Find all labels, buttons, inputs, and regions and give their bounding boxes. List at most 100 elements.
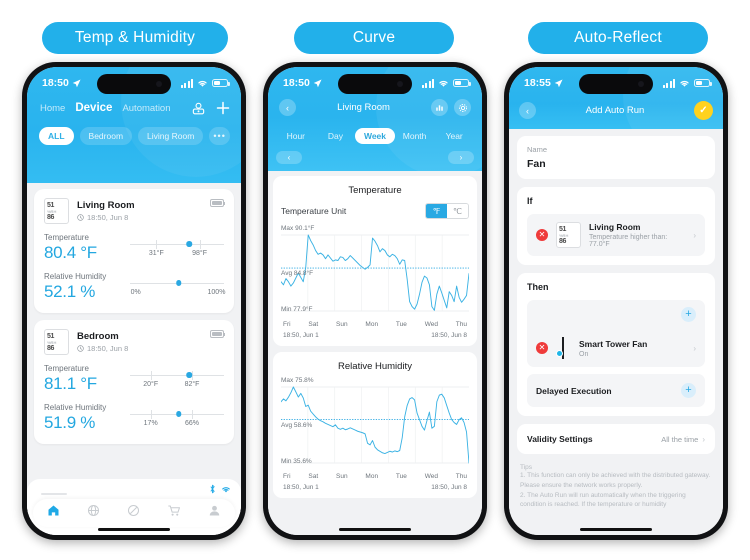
humidity-range-row: 18:50, Jun 1 18:50, Jun 8	[281, 480, 469, 491]
range-end: 18:50, Jun 8	[431, 484, 467, 491]
back-button[interactable]: ‹	[279, 99, 296, 116]
prev-period-button[interactable]: ‹	[276, 151, 302, 164]
temperature-unit-toggle[interactable]: ℉ ℃	[425, 203, 469, 219]
temperature-range-track[interactable]: 31°F 98°F	[130, 240, 224, 257]
discover-tab[interactable]	[87, 504, 100, 522]
unit-celsius[interactable]: ℃	[447, 204, 468, 218]
range-min-label: 0%	[130, 289, 141, 296]
add-delay-button[interactable]: +	[681, 383, 696, 398]
scene-icon[interactable]	[191, 99, 206, 117]
humidity-plot: Max 75.8% Avg 58.6% Min 35.6%	[281, 377, 469, 471]
tips-line: 2. The Auto Run will run automatically w…	[520, 491, 686, 509]
tips-heading: Tips	[520, 464, 533, 471]
xtick: Tue	[395, 473, 407, 480]
range-dot[interactable]	[186, 372, 192, 378]
range-dot[interactable]	[186, 241, 192, 247]
metric-value: 81.1 °F	[44, 374, 97, 393]
location-arrow-icon	[554, 79, 563, 87]
next-period-button[interactable]: ›	[448, 151, 474, 164]
nav-tab-automation[interactable]: Automation	[122, 103, 170, 114]
device-card-living-room[interactable]: 51 %RH 86 Living Room 18:50, Jun 8 Tempe…	[34, 189, 234, 313]
device-thumbnail: 51 %RH 86	[556, 222, 581, 248]
device-battery-icon	[210, 330, 226, 338]
remove-condition-button[interactable]: ✕	[536, 229, 548, 241]
add-action-button[interactable]: +	[681, 307, 696, 322]
chevron-right-icon[interactable]: ›	[693, 231, 696, 240]
unit-fahrenheit[interactable]: ℉	[426, 204, 447, 218]
xtick: Thu	[455, 473, 467, 480]
xtick: Wed	[424, 473, 438, 480]
home-icon	[48, 505, 59, 516]
range-max-label: 98°F	[192, 250, 207, 257]
connectivity-indicators	[209, 484, 231, 494]
name-card[interactable]: Name Fan	[517, 136, 715, 179]
segment-month[interactable]: Month	[395, 128, 435, 144]
validity-settings-row[interactable]: Validity Settings All the time ›	[517, 424, 715, 454]
metric-humidity: Relative Humidity 52.1 % 0% 100%	[44, 272, 225, 302]
chart-avg-label: Avg 84.8°F	[281, 270, 314, 277]
xtick: Tue	[395, 321, 407, 328]
device-card-bedroom[interactable]: 51 %RH 86 Bedroom 18:50, Jun 8 Temperatu…	[34, 320, 234, 444]
top-nav: Home Device Automation	[27, 95, 241, 117]
chip-more[interactable]: •••	[209, 127, 230, 145]
chip-all[interactable]: ALL	[39, 127, 74, 145]
phone-auto-run: 18:55 ‹ Add Auto Run ✓ Name Fan If ✕ 51 …	[504, 62, 728, 540]
range-max-label: 66%	[185, 420, 200, 427]
segment-hour[interactable]: Hour	[276, 128, 316, 144]
scan-tab[interactable]	[127, 504, 140, 522]
name-value[interactable]: Fan	[527, 158, 705, 170]
slash-circle-icon	[127, 504, 139, 517]
screen-curve: 18:50 ‹ Living Room Hour Day Week Month …	[268, 67, 482, 535]
action-row[interactable]: ✕ Smart Tower Fan On ›	[527, 329, 705, 367]
segment-week[interactable]: Week	[355, 128, 395, 144]
humidity-range-track[interactable]: 0% 100%	[130, 279, 225, 296]
range-dot[interactable]	[176, 411, 182, 417]
confirm-button[interactable]: ✓	[694, 101, 713, 120]
metric-value: 80.4 °F	[44, 243, 97, 262]
remove-action-button[interactable]: ✕	[536, 342, 548, 354]
cart-icon	[168, 505, 181, 516]
range-dot[interactable]	[176, 280, 182, 286]
condition-row[interactable]: ✕ 51 %RH 86 Living Room Temperature high…	[527, 214, 705, 256]
device-time-text: 18:50, Jun 8	[87, 344, 129, 353]
globe-icon	[87, 504, 99, 517]
chart-min-label: Min 77.9°F	[281, 306, 313, 313]
pill-label: Auto-Reflect	[574, 29, 662, 46]
humidity-range-track[interactable]: 17% 66%	[130, 410, 224, 427]
bluetooth-icon	[210, 484, 215, 494]
home-indicator	[98, 527, 170, 531]
section-label-auto-reflect: Auto-Reflect	[528, 22, 708, 54]
delayed-execution-row[interactable]: Delayed Execution +	[527, 374, 705, 407]
home-indicator	[580, 527, 652, 531]
thumb-temp: 51	[47, 201, 54, 209]
home-tab[interactable]	[47, 504, 60, 522]
temperature-plot: Max 90.1°F Avg 84.8°F Min 77.9°F	[281, 225, 469, 319]
chevron-right-icon[interactable]: ›	[693, 344, 696, 353]
plus-icon[interactable]	[216, 99, 230, 117]
temperature-range-track[interactable]: 20°F 82°F	[130, 371, 224, 388]
chevron-right-icon[interactable]: ›	[702, 435, 705, 444]
action-device-name: Smart Tower Fan	[579, 338, 648, 349]
condition-detail: Temperature higher than: 77.0°F	[589, 234, 668, 248]
metric-label: Relative Humidity	[44, 403, 107, 412]
range-start: 18:50, Jun 1	[283, 484, 319, 491]
segment-year[interactable]: Year	[434, 128, 474, 144]
shop-tab[interactable]	[167, 504, 181, 522]
range-min-label: 17%	[143, 420, 158, 427]
nav-tab-device[interactable]: Device	[75, 102, 112, 114]
wifi-icon	[439, 80, 448, 87]
profile-tab[interactable]	[208, 504, 221, 522]
gear-icon[interactable]	[454, 99, 471, 116]
xtick: Sun	[336, 321, 348, 328]
chip-living-room[interactable]: Living Room	[138, 127, 204, 145]
metric-label: Relative Humidity	[44, 272, 107, 281]
back-button[interactable]: ‹	[519, 102, 536, 119]
segment-day[interactable]: Day	[316, 128, 356, 144]
chart-avg-label: Avg 58.6%	[281, 422, 313, 429]
drag-handle[interactable]	[41, 493, 67, 495]
thumb-temp: 51	[559, 225, 566, 233]
metric-value: 52.1 %	[44, 282, 96, 301]
nav-tab-home[interactable]: Home	[40, 103, 65, 114]
chip-bedroom[interactable]: Bedroom	[79, 127, 133, 145]
bar-chart-icon[interactable]	[431, 99, 448, 116]
